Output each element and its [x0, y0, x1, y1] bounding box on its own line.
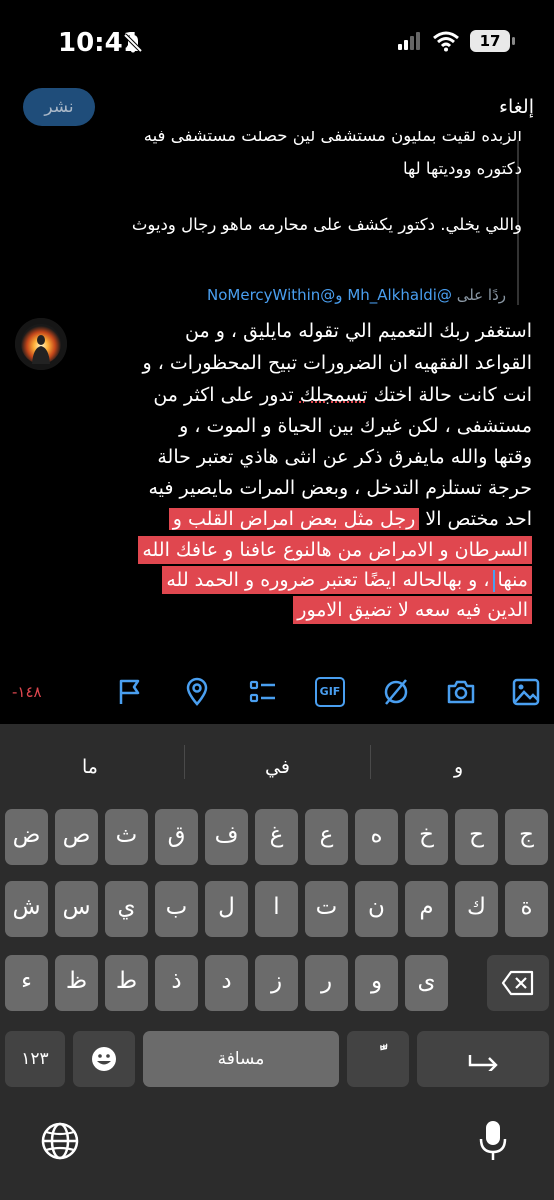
- selected-text[interactable]: رجل مثل بعض امراض القلب و: [168, 508, 420, 530]
- key[interactable]: خ: [405, 809, 448, 865]
- wifi-icon: [433, 31, 459, 52]
- key[interactable]: ت: [305, 881, 348, 937]
- replying-to[interactable]: ردًا على @Mh_Alkhaldi و@NoMercyWithin: [207, 286, 506, 304]
- key[interactable]: ق: [155, 809, 198, 865]
- tweet-text-line[interactable]: احد مختص الا رجل مثل بعض امراض القلب و: [168, 505, 532, 533]
- quoted-text-line: الزبده لقيت بمليون مستشفى لين حصلت مستشف…: [143, 131, 522, 145]
- key[interactable]: ح: [455, 809, 498, 865]
- selected-text-line[interactable]: منها ، و بهالحاله ايضًا تعتبر ضروره و الح…: [162, 566, 532, 594]
- key[interactable]: ل: [205, 881, 248, 937]
- globe-icon[interactable]: [40, 1121, 80, 1161]
- text-segment: ، و بهالحاله ايضًا تعتبر ضروره و الحمد ل…: [166, 569, 490, 591]
- emoji-off-icon[interactable]: [381, 677, 411, 707]
- key[interactable]: ز: [255, 955, 298, 1011]
- suggestion-divider: [370, 745, 371, 779]
- signal-icon: [398, 32, 420, 50]
- key[interactable]: ص: [55, 809, 98, 865]
- key[interactable]: ث: [105, 809, 148, 865]
- key[interactable]: ض: [5, 809, 48, 865]
- camera-icon[interactable]: [446, 677, 476, 707]
- selected-text-line[interactable]: السرطان و الامراض من هالنوع عافنا و عافك…: [138, 536, 532, 564]
- flag-icon[interactable]: [115, 677, 145, 707]
- key[interactable]: ا: [255, 881, 298, 937]
- text-cursor: [492, 569, 495, 592]
- reply-handles[interactable]: @Mh_Alkhaldi و@NoMercyWithin: [207, 286, 452, 304]
- key[interactable]: ن: [355, 881, 398, 937]
- emoji-icon: [92, 1047, 116, 1071]
- suggestion-divider: [184, 745, 185, 779]
- cancel-button[interactable]: إلغاء: [499, 96, 534, 118]
- key[interactable]: ذ: [155, 955, 198, 1011]
- emoji-key[interactable]: [73, 1031, 135, 1087]
- key[interactable]: ك: [455, 881, 498, 937]
- key[interactable]: ج: [505, 809, 548, 865]
- avatar: [15, 318, 67, 370]
- tweet-text-line[interactable]: مستشفى ، لكن غيرك بين الحياة و الموت ، و: [179, 412, 532, 440]
- tweet-text-line[interactable]: استغفر ربك التعميم الي تقوله مايليق ، و …: [185, 317, 532, 345]
- key[interactable]: ه: [355, 809, 398, 865]
- publish-button[interactable]: نشر: [23, 88, 95, 126]
- diacritic-key[interactable]: ًّ: [347, 1031, 409, 1087]
- suggestion-3[interactable]: و: [454, 756, 463, 778]
- key[interactable]: ة: [505, 881, 548, 937]
- key[interactable]: ف: [205, 809, 248, 865]
- quoted-text-line: واللي يخلي. دكتور يكشف على محارمه ماهو ر…: [131, 215, 522, 234]
- text-segment: احد مختص الا: [419, 508, 532, 530]
- text-segment: تدور على اكثر من: [153, 384, 300, 406]
- text-segment: منها: [497, 569, 528, 591]
- key[interactable]: د: [205, 955, 248, 1011]
- battery-indicator: 17: [470, 30, 510, 52]
- image-icon[interactable]: [511, 677, 541, 707]
- gif-icon[interactable]: GIF: [315, 677, 345, 707]
- key[interactable]: ب: [155, 881, 198, 937]
- character-counter: -١٤٨: [12, 683, 42, 701]
- key[interactable]: ع: [305, 809, 348, 865]
- tweet-text-line[interactable]: القواعد الفقهيه ان الضرورات تبيح المحظور…: [143, 349, 533, 377]
- key[interactable]: ي: [105, 881, 148, 937]
- key[interactable]: و: [355, 955, 398, 1011]
- silent-bell-icon: [123, 33, 143, 53]
- suggestion-2[interactable]: في: [265, 756, 290, 778]
- return-key[interactable]: [417, 1031, 549, 1087]
- key[interactable]: م: [405, 881, 448, 937]
- selected-text-line[interactable]: الدين فيه سعه لا تضيق الامور: [293, 596, 532, 624]
- tweet-text-line[interactable]: حرجة تستلزم التدخل ، وبعض المرات مايصير …: [148, 474, 532, 502]
- misspelled-word[interactable]: تسمجلك: [300, 384, 368, 406]
- key[interactable]: س: [55, 881, 98, 937]
- status-bar: 10:41 17: [0, 0, 554, 84]
- location-icon[interactable]: [182, 677, 212, 707]
- avatar-image: [15, 318, 67, 370]
- backspace-icon: [501, 970, 534, 996]
- key[interactable]: ط: [105, 955, 148, 1011]
- quoted-text-line: دكتوره ووديتها لها: [403, 159, 522, 178]
- poll-icon[interactable]: [248, 677, 278, 707]
- numbers-key[interactable]: ١٢٣: [5, 1031, 65, 1087]
- key[interactable]: ء: [5, 955, 48, 1011]
- tweet-text-line[interactable]: انت كانت حالة اختك تسمجلك تدور على اكثر …: [153, 381, 532, 409]
- tweet-text-line[interactable]: وقتها والله مايفرق ذكر عن انثى هاذي تعتب…: [157, 443, 532, 471]
- key[interactable]: ظ: [55, 955, 98, 1011]
- backspace-key[interactable]: [487, 955, 549, 1011]
- suggestion-1[interactable]: ما: [82, 756, 98, 778]
- key[interactable]: ى: [405, 955, 448, 1011]
- key[interactable]: غ: [255, 809, 298, 865]
- key[interactable]: ر: [305, 955, 348, 1011]
- return-icon: [468, 1055, 498, 1073]
- key[interactable]: ش: [5, 881, 48, 937]
- microphone-icon[interactable]: [478, 1119, 508, 1163]
- text-segment: انت كانت حالة اختك: [367, 384, 532, 406]
- battery-tip: [512, 37, 515, 45]
- space-key[interactable]: مسافة: [143, 1031, 339, 1087]
- reply-prefix: ردًا على: [456, 286, 506, 304]
